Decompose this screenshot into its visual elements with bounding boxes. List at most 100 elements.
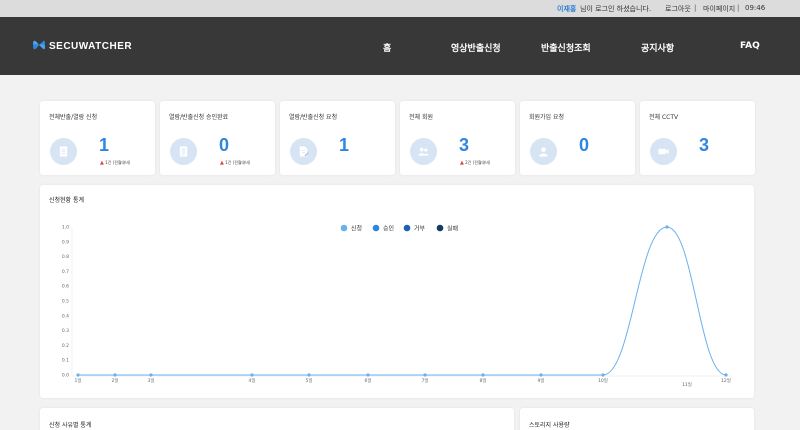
storage-usage-title: 스토리지 사용량 (529, 422, 570, 429)
data-point (423, 373, 427, 377)
legend-label: 거부 (414, 224, 426, 232)
data-point (307, 373, 311, 377)
data-point (366, 373, 370, 377)
data-point (113, 373, 117, 377)
y-tick-label: 0.2 (62, 343, 69, 349)
y-tick-label: 1.0 (62, 225, 69, 231)
legend-label: 신청 (351, 224, 362, 232)
card-title: 열람/반출신청 승인완료 (169, 114, 229, 121)
card-value: 3 (699, 135, 710, 155)
y-tick-label: 0.1 (62, 358, 69, 364)
summary-card-total-requests[interactable]: 전체반출/열람 신청 1 ▲ 1건 (전월대비) (40, 101, 155, 175)
summary-card-signup-requests[interactable]: 회원가입 요청 0 (520, 101, 635, 175)
data-point (76, 373, 80, 377)
x-tick-label: 10일 (598, 377, 608, 384)
logo[interactable]: SECUWATCHER (32, 39, 132, 53)
legend-marker (403, 224, 411, 232)
y-tick-label: 0.4 (62, 313, 69, 319)
card-title: 회원가입 요청 (529, 114, 565, 121)
data-point (724, 373, 728, 377)
logo-mark-icon (32, 37, 46, 56)
nav-item-home[interactable]: 홈 (383, 41, 391, 54)
y-tick-label: 0.5 (62, 299, 69, 305)
login-greeting: 님이 로그인 하셨습니다. (580, 5, 652, 13)
legend-marker (436, 224, 444, 232)
card-trend: ▲ 1건 (전월대비) (220, 160, 250, 166)
summary-card-approved[interactable]: 열람/반출신청 승인완료 0 ▲ 1건 (전월대비) (160, 101, 275, 175)
card-title: 열람/반출신청 요청 (289, 114, 338, 121)
nav-item-faq[interactable]: FAQ (740, 41, 760, 51)
logo-text: SECUWATCHER (49, 40, 133, 52)
logged-in-user-name: 이재홍 (557, 5, 577, 13)
document-list-icon (170, 138, 197, 165)
user-icon (530, 138, 557, 165)
y-tick-label: 0.6 (62, 284, 69, 290)
y-tick-label: 0.3 (62, 328, 69, 334)
data-point (601, 373, 605, 377)
y-tick-label: 0.0 (62, 373, 69, 379)
nav-item-export-request-search[interactable]: 반출신청조회 (541, 41, 591, 54)
card-value: 0 (579, 135, 590, 155)
series-line-신청 (77, 226, 727, 376)
reason-stats-title: 신청 사유별 통계 (49, 422, 92, 429)
card-value: 1 (339, 135, 350, 155)
trend-up-icon: ▲ (220, 160, 224, 166)
data-point (665, 225, 669, 229)
legend-label: 실패 (447, 224, 458, 232)
x-tick-label: 1일 (74, 377, 81, 384)
card-trend-text: 1건 (전월대비) (225, 160, 251, 165)
nav-item-notices[interactable]: 공지사항 (641, 41, 674, 54)
summary-card-total-cctv[interactable]: 전체 CCTV 3 (640, 101, 755, 175)
x-tick-label: 6일 (364, 377, 371, 384)
camera-icon (650, 138, 677, 165)
trend-up-icon: ▲ (100, 160, 104, 166)
document-icon (50, 138, 77, 165)
x-tick-label: 11일 (682, 381, 692, 388)
summary-card-pending-requests[interactable]: 열람/반출신청 요청 1 (280, 101, 395, 175)
data-point (250, 373, 254, 377)
y-tick-label: 0.8 (62, 254, 69, 260)
data-point (149, 373, 153, 377)
x-tick-label: 2일 (111, 377, 118, 384)
y-tick-label: 0.7 (62, 269, 69, 275)
request-status-line-chart: 0.0 0.1 0.2 0.3 0.4 0.5 0.6 0.7 0.8 0.9 1.0 1일 2일 3일 4… (62, 224, 732, 388)
document-edit-icon (290, 138, 317, 165)
card-trend: ▲ 2건 (전월대비) (460, 160, 490, 166)
users-icon (410, 138, 437, 165)
card-value: 3 (459, 135, 470, 155)
x-tick-label: 3일 (147, 377, 154, 384)
card-trend: ▲ 1건 (전월대비) (100, 160, 130, 166)
nav-item-video-export-request[interactable]: 영상반출신청 (451, 41, 501, 54)
x-tick-label: 8일 (479, 377, 486, 384)
request-status-chart-panel: 신청현황 통계 0.0 0.1 0.2 0.3 0.4 0.5 0.6 0.7 0.8 0.9 1.… (40, 185, 754, 398)
trend-up-icon: ▲ (460, 160, 464, 166)
card-value: 1 (99, 135, 110, 155)
storage-usage-panel: 스토리지 사용량 (520, 408, 754, 430)
x-tick-label: 4일 (248, 377, 255, 384)
top-status-bar: 이재홍 님이 로그인 하셨습니다. 로그아웃 | 마이페이지 | 09:46 (0, 0, 800, 17)
x-tick-label: 7일 (421, 377, 428, 384)
card-title: 전체 회원 (409, 114, 433, 121)
card-title: 전체반출/열람 신청 (49, 114, 98, 121)
x-tick-label: 12일 (721, 377, 731, 384)
summary-card-total-members[interactable]: 전체 회원 3 ▲ 2건 (전월대비) (400, 101, 515, 175)
session-time: 09:46 (745, 4, 766, 12)
data-point (539, 373, 543, 377)
topbar-separator: | (694, 4, 697, 12)
card-trend-text: 2건 (전월대비) (465, 160, 491, 165)
topbar-separator: | (737, 4, 740, 12)
logout-link[interactable]: 로그아웃 (665, 4, 691, 14)
card-trend-text: 1건 (전월대비) (105, 160, 131, 165)
data-point (481, 373, 485, 377)
x-tick-label: 5일 (305, 377, 312, 384)
legend-label: 승인 (383, 225, 394, 232)
card-title: 전체 CCTV (649, 114, 679, 121)
reason-stats-panel: 신청 사유별 통계 (40, 408, 514, 430)
card-value: 0 (219, 135, 230, 155)
main-nav-bar: SECUWATCHER 홈 영상반출신청 반출신청조회 공지사항 FAQ (0, 17, 800, 75)
mypage-link[interactable]: 마이페이지 (703, 4, 735, 14)
legend-marker (340, 224, 348, 232)
y-tick-label: 0.9 (62, 239, 69, 245)
legend-marker (372, 224, 380, 232)
x-tick-label: 9일 (537, 377, 544, 384)
